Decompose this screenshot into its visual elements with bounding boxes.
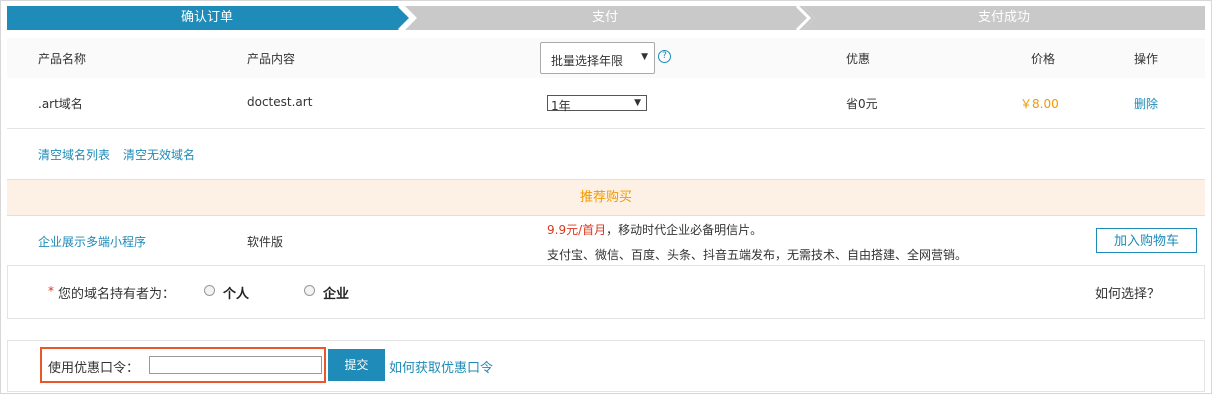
batch-year-select[interactable]: 批量选择年限 ▼ [540,42,655,74]
recommend-product-link[interactable]: 企业展示多端小程序 [38,233,146,250]
promo-label: 使用优惠口令： [48,361,140,376]
question-circle-icon[interactable]: ? [658,50,671,63]
holder-section [7,265,1205,319]
row-divider [7,128,1205,129]
header-action: 操作 [1134,52,1159,66]
row-discount: 省0元 [846,97,878,111]
clear-invalid-link[interactable]: 清空无效域名 [123,146,195,163]
header-product-name: 产品名称 [38,52,87,66]
step-payment: 支付 [591,10,618,25]
how-to-choose-link[interactable]: 如何选择？ [1095,283,1160,302]
add-to-cart-button[interactable]: 加入购物车 [1096,228,1197,253]
radio-enterprise-label[interactable]: 企业 [323,283,349,302]
step-payment-success: 支付成功 [977,10,1030,25]
promo-code-input[interactable] [149,356,322,374]
delete-link[interactable]: 删除 [1134,95,1158,112]
recommend-desc-line2: 支付宝、微信、百度、头条、抖音五端发布，无需技术、自由搭建、全网营销。 [547,248,968,262]
step-confirm-order: 确认订单 [180,10,233,25]
recommend-desc-line1: 9.9元/首月，移动时代企业必备明信片。 [547,223,763,237]
radio-individual-label[interactable]: 个人 [223,283,249,302]
holder-label: 您的域名持有者为： [58,287,176,302]
row-price: ￥8.00 [1020,97,1059,111]
chevron-down-icon: ▼ [634,98,641,108]
row-year-select[interactable]: 1年 ▼ [547,95,647,113]
row-product-name: .art域名 [38,97,83,111]
chevron-down-icon: ▼ [641,52,648,62]
header-product-content: 产品内容 [247,52,296,66]
header-discount: 优惠 [846,52,871,66]
row-product-content: doctest.art [247,95,313,109]
submit-button[interactable]: 提交 [328,349,385,381]
how-to-get-promo-link[interactable]: 如何获取优惠口令 [389,357,493,376]
recommend-title: 推荐购买 [7,179,1205,216]
header-price: 价格 [1031,52,1056,66]
checkout-steps: 确认订单 支付 支付成功 [7,6,1205,30]
radio-individual[interactable] [204,285,215,296]
radio-enterprise[interactable] [304,285,315,296]
recommend-price: 9.9元/首月 [547,223,607,237]
clear-list-link[interactable]: 清空域名列表 [38,146,110,163]
required-mark: * [48,284,54,298]
recommend-edition: 软件版 [247,235,284,249]
